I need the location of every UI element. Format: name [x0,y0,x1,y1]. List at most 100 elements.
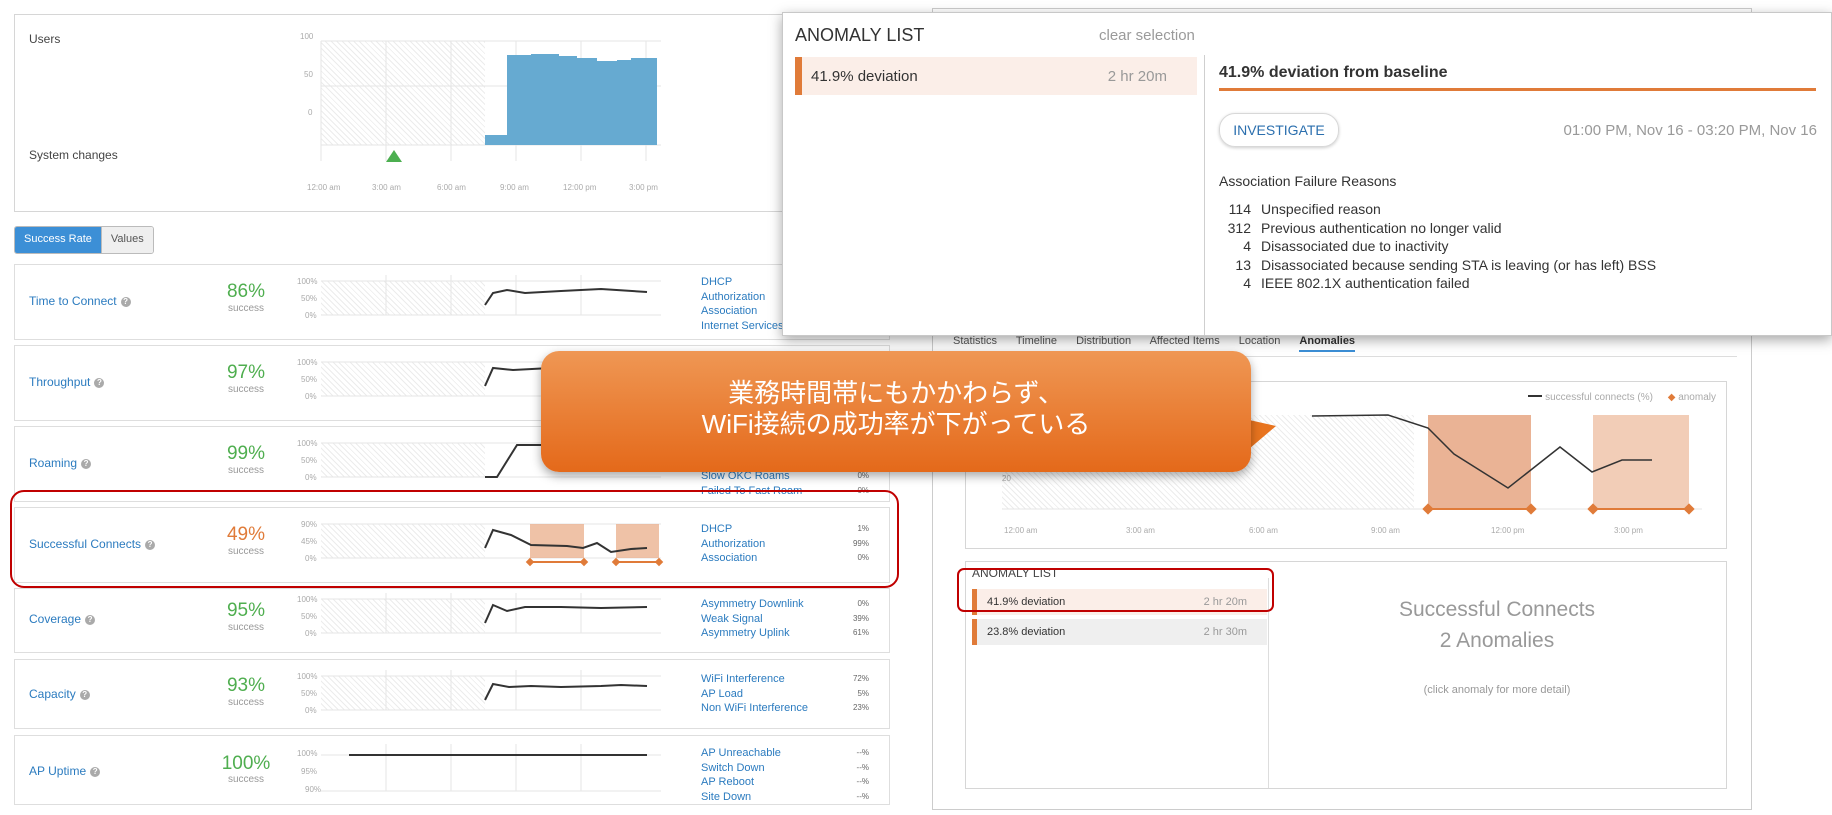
x-tick: 12:00 am [1004,526,1038,535]
reason-link[interactable]: Asymmetry Uplink [701,626,804,641]
summary-hint: (click anomaly for more detail) [1423,684,1571,696]
reason-values: 72% 5% 23% [835,672,869,716]
popup-section-title: Association Failure Reasons [1219,173,1397,189]
users-label: Users [29,32,61,46]
y-tick: 0% [305,311,317,320]
anomaly-duration: 2 hr 30m [1203,626,1247,638]
metric-pct: 93% [226,675,266,696]
x-tick-5: 12:00 pm [563,183,597,192]
clear-selection-link[interactable]: clear selection [1099,27,1195,44]
metric-name[interactable]: Coverage? [29,612,96,626]
reason-link[interactable]: Association [701,304,784,319]
y-tick: 0% [305,629,317,638]
reason-link[interactable]: Authorization [701,290,784,305]
values-toggle[interactable]: Values [100,227,153,253]
failure-reason-list: 114 Unspecified reason 312 Previous authen… [1219,200,1656,293]
anomaly-item[interactable]: 23.8% deviation 2 hr 30m [972,619,1267,645]
y-tick: 0% [305,473,317,482]
success-rate-toggle[interactable]: Success Rate [15,227,101,253]
tab-location[interactable]: Location [1239,335,1281,347]
reason-text: Disassociated due to inactivity [1261,238,1449,254]
metric-name[interactable]: Time to Connect? [29,294,131,308]
metric-name[interactable]: AP Uptime? [29,764,101,778]
reason-value: 39% [852,613,869,623]
reason-value: --% [856,777,869,786]
reason-value: 5% [857,688,869,698]
help-icon[interactable]: ? [120,297,131,307]
reason-text: IEEE 802.1X authentication failed [1261,275,1470,291]
help-icon[interactable]: ? [79,690,90,700]
reason-link[interactable]: Weak Signal [701,612,804,627]
reason-count: 4 [1243,238,1251,254]
metric-sub: success [227,697,265,708]
tab-timeline[interactable]: Timeline [1016,335,1057,347]
reason-link[interactable]: AP Unreachable [701,746,781,761]
reason-link[interactable]: WiFi Interference [701,672,808,687]
reason-link[interactable]: DHCP [701,275,784,290]
help-icon[interactable]: ? [85,615,96,625]
metric-name[interactable]: Capacity? [29,687,90,701]
y-tick: 50% [301,456,318,465]
users-area [485,54,657,145]
help-icon[interactable]: ? [81,459,92,469]
metric-name[interactable]: Throughput? [29,375,105,389]
failure-reason-row: 4 Disassociated due to inactivity [1219,237,1656,256]
metric-row-ap-uptime[interactable]: AP Uptime? 100% success 100% 95% 90% AP … [14,735,890,805]
reason-link[interactable]: Site Down [701,790,781,805]
reason-link[interactable]: Switch Down [701,761,781,776]
reason-count: 114 [1228,201,1251,217]
tab-distribution[interactable]: Distribution [1076,335,1131,347]
y-tick: 100% [297,595,318,604]
anomaly-label: 23.8% deviation [987,626,1066,638]
x-tick-3: 6:00 am [437,183,466,192]
reason-list[interactable]: AP Unreachable Switch Down AP Reboot Sit… [701,746,781,804]
metric-row-coverage[interactable]: Coverage? 95% success 100% 50% 0% Asymme… [14,588,890,653]
reason-value: 0% [857,599,869,608]
metric-pct: 99% [226,443,266,464]
reason-text: Unspecified reason [1261,201,1381,217]
popup-anomaly-item[interactable]: 41.9% deviation 2 hr 20m [795,57,1197,95]
popup-anomaly-label: 41.9% deviation [811,68,918,85]
y-tick-0: 0 [308,108,313,117]
investigate-button[interactable]: INVESTIGATE [1219,113,1339,147]
y-tick: 100% [297,749,318,758]
reason-count: 13 [1235,256,1251,273]
help-icon[interactable]: ? [94,378,105,388]
tab-anomalies[interactable]: Anomalies [1299,335,1356,352]
metric-sub: success [227,622,265,633]
popup-time-range: 01:00 PM, Nov 16 - 03:20 PM, Nov 16 [1563,122,1817,139]
tab-statistics[interactable]: Statistics [953,335,997,347]
reason-link[interactable]: Internet Services [701,319,784,334]
metric-row-capacity[interactable]: Capacity? 93% success 100% 50% 0% WiFi I… [14,659,890,729]
view-toggle: Success Rate Values [14,226,154,254]
reason-link[interactable]: Asymmetry Downlink [701,597,804,612]
metric-name[interactable]: Roaming? [29,456,92,470]
y-tick: 95% [301,767,318,776]
y-tick: 100% [297,358,318,367]
reason-value: 61% [852,628,869,637]
metric-pct: 100% [221,753,271,774]
y-tick-100: 100 [300,32,314,41]
reason-link[interactable]: AP Reboot [701,775,781,790]
metric-pct: 86% [226,281,266,302]
x-tick-4: 9:00 am [500,183,529,192]
reason-list[interactable]: Asymmetry Downlink Weak Signal Asymmetry… [701,597,804,641]
anomaly-popup: ANOMALY LIST clear selection 41.9% devia… [782,12,1832,336]
popup-anomaly-duration: 2 hr 20m [1107,68,1167,85]
metric-pct: 95% [226,600,266,621]
metric-row-time-to-connect[interactable]: Time to Connect? 86% success 100% 50% 0%… [14,264,890,340]
system-change-marker [386,150,402,162]
reason-list[interactable]: WiFi Interference AP Load Non WiFi Inter… [701,672,808,716]
y-tick: 100% [297,277,318,286]
reason-link[interactable]: AP Load [701,687,808,702]
tab-affected-items[interactable]: Affected Items [1150,335,1220,347]
callout-line-1: 業務時間帯にもかかわらず、 [728,378,1064,408]
reason-link[interactable]: Non WiFi Interference [701,701,808,716]
help-icon[interactable]: ? [90,767,101,777]
failure-reason-row: 13 Disassociated because sending STA is l… [1219,256,1656,275]
popup-heading: 41.9% deviation from baseline [1219,64,1448,81]
reason-value: --% [856,762,869,772]
reason-list[interactable]: DHCP Authorization Association Internet … [701,275,784,333]
x-tick: 3:00 pm [1614,526,1643,535]
reason-text: Previous authentication no longer valid [1261,219,1502,236]
